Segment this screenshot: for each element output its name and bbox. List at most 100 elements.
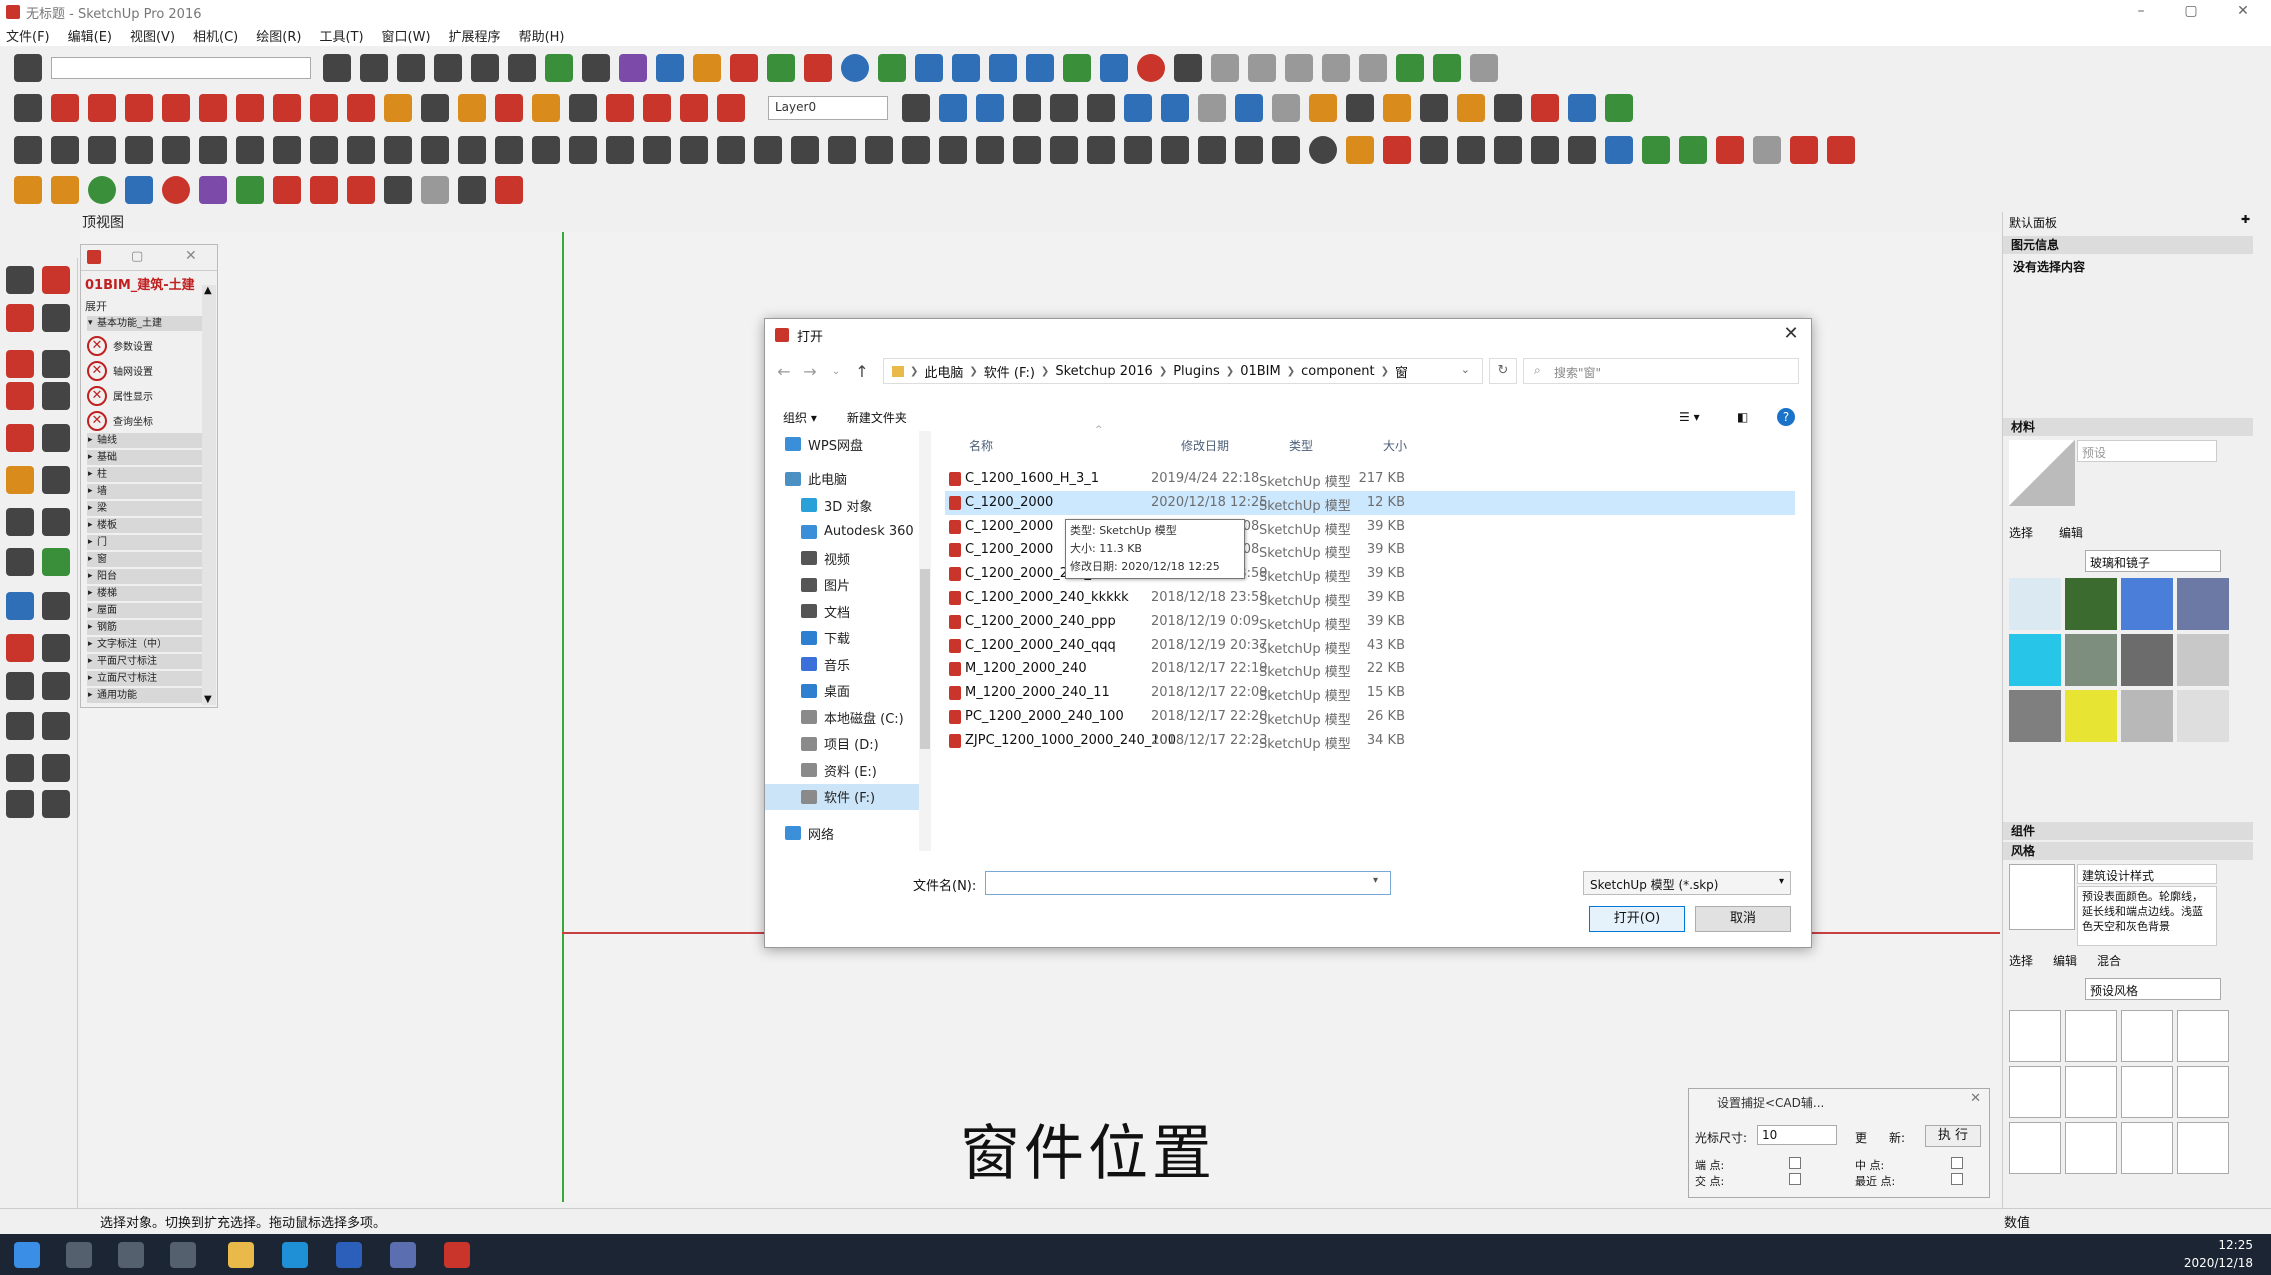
stop-gray-icon[interactable] bbox=[1272, 94, 1300, 122]
plugin-section-basic[interactable]: 基本功能_土建 bbox=[87, 316, 203, 331]
components-header[interactable]: 组件 bbox=[2003, 822, 2253, 840]
previous-icon[interactable] bbox=[1198, 94, 1226, 122]
tape-tool-icon[interactable] bbox=[42, 634, 70, 662]
file-row[interactable]: C_1200_2000_240_qqq 2018/12/19 20:37 Sketc… bbox=[945, 634, 1795, 658]
bim-bend-icon[interactable] bbox=[458, 136, 486, 164]
material-swatch[interactable] bbox=[2177, 578, 2229, 630]
shape-icon[interactable] bbox=[199, 176, 227, 204]
hidden-line-icon[interactable] bbox=[1050, 94, 1078, 122]
search-yellow-icon[interactable] bbox=[51, 176, 79, 204]
material-name-input[interactable]: 预设 bbox=[2077, 440, 2217, 462]
plugin-section[interactable]: 屋面 bbox=[87, 603, 203, 618]
file-row[interactable]: PC_1200_2000_240_100 2018/12/17 22:20 Sket… bbox=[945, 705, 1795, 729]
bim-plane-icon[interactable] bbox=[1568, 136, 1596, 164]
menu-edit[interactable]: 编辑(E) bbox=[68, 26, 112, 45]
plugin-item-coords[interactable]: ✕ 查询坐标 bbox=[81, 408, 217, 433]
text-tool-icon[interactable] bbox=[6, 712, 34, 740]
cancel-x-icon[interactable] bbox=[1470, 54, 1498, 82]
file-row[interactable]: C_1200_2000_240_ppp 2018/12/19 0:09 Sketch… bbox=[945, 610, 1795, 634]
material-swatch[interactable] bbox=[2121, 634, 2173, 686]
bim-house-icon[interactable] bbox=[88, 136, 116, 164]
plugin-expand[interactable]: 展开 bbox=[81, 296, 217, 316]
terrain-icon[interactable] bbox=[1100, 54, 1128, 82]
preview-pane-icon[interactable]: ◧ bbox=[1737, 410, 1748, 424]
style-name-input[interactable]: 建筑设计样式 bbox=[2077, 864, 2217, 884]
plane-icon[interactable] bbox=[989, 54, 1017, 82]
text-icon[interactable] bbox=[421, 94, 449, 122]
plugin-section[interactable]: 墙 bbox=[87, 484, 203, 499]
style-thumbnail[interactable] bbox=[2065, 1066, 2117, 1118]
organize-button[interactable]: 组织 ▾ bbox=[783, 409, 817, 426]
arc-icon[interactable] bbox=[125, 94, 153, 122]
view-right-icon[interactable] bbox=[434, 54, 462, 82]
filename-dropdown-icon[interactable]: ▾ bbox=[1373, 875, 1378, 886]
plugin-close-icon[interactable]: ✕ bbox=[185, 248, 197, 264]
file-row[interactable]: ZJPC_1200_1000_2000_240_100 2018/12/17 22… bbox=[945, 729, 1795, 753]
nav-item[interactable]: 桌面 bbox=[765, 678, 931, 705]
wireframe-icon[interactable] bbox=[1013, 94, 1041, 122]
style-edit-tab[interactable]: 编辑 bbox=[2053, 952, 2077, 969]
material-swatch[interactable] bbox=[2009, 634, 2061, 686]
bim-comb-icon[interactable] bbox=[1013, 136, 1041, 164]
refresh-icon[interactable]: ↻ bbox=[1489, 358, 1517, 384]
file-row[interactable]: C_1200_2000_240_kkkkk 2018/12/18 23:58 Ske… bbox=[945, 586, 1795, 610]
pan-tool-icon[interactable] bbox=[42, 754, 70, 782]
material-swatch[interactable] bbox=[2065, 690, 2117, 742]
close-icon[interactable]: ✕ bbox=[2223, 0, 2263, 24]
plugin-section[interactable]: 基础 bbox=[87, 450, 203, 465]
plugin-section[interactable]: 楼梯 bbox=[87, 586, 203, 601]
breadcrumb-item[interactable]: 01BIM bbox=[1240, 364, 1281, 379]
record-icon[interactable] bbox=[1137, 54, 1165, 82]
box-icon[interactable] bbox=[1383, 94, 1411, 122]
line-icon[interactable] bbox=[1026, 54, 1054, 82]
bim-curve-icon[interactable] bbox=[902, 136, 930, 164]
bim-mirror-icon[interactable] bbox=[1087, 136, 1115, 164]
bim-layers-icon[interactable] bbox=[680, 136, 708, 164]
scale-down-icon[interactable] bbox=[1433, 54, 1461, 82]
shadow-time-slider[interactable] bbox=[51, 57, 311, 79]
material-select-tab[interactable]: 选择 bbox=[2009, 524, 2033, 541]
new-folder-button[interactable]: 新建文件夹 bbox=[847, 409, 907, 426]
material-swatch[interactable] bbox=[2121, 690, 2173, 742]
figure-icon[interactable] bbox=[1568, 94, 1596, 122]
ui-icon[interactable] bbox=[1124, 94, 1152, 122]
style-thumbnail[interactable] bbox=[2009, 1010, 2061, 1062]
line-tool-icon[interactable] bbox=[6, 350, 34, 378]
bim-ellipse3-icon[interactable] bbox=[1531, 136, 1559, 164]
brick2-icon[interactable] bbox=[310, 176, 338, 204]
xray-icon[interactable] bbox=[939, 94, 967, 122]
brick-icon[interactable] bbox=[273, 176, 301, 204]
axes-tool-icon[interactable] bbox=[42, 712, 70, 740]
orbit-tool-icon[interactable] bbox=[6, 754, 34, 782]
column-date[interactable]: 修改日期 bbox=[1181, 437, 1229, 454]
task-view-icon[interactable] bbox=[170, 1242, 196, 1268]
snap-midpoint-checkbox[interactable] bbox=[1951, 1157, 1963, 1169]
component-icon[interactable] bbox=[1309, 94, 1337, 122]
back-arrow-icon[interactable]: ← bbox=[771, 362, 797, 381]
snap-intersection-checkbox[interactable] bbox=[1789, 1173, 1801, 1185]
forward-arrow-icon[interactable]: → bbox=[797, 362, 823, 381]
style-thumbnail[interactable] bbox=[2177, 1066, 2229, 1118]
arc3-tool-icon[interactable] bbox=[42, 508, 70, 536]
prev-icon[interactable] bbox=[1248, 54, 1276, 82]
bim-tag-icon[interactable] bbox=[1346, 136, 1374, 164]
rectangle-tool-icon[interactable] bbox=[6, 382, 34, 410]
pie-tool-icon[interactable] bbox=[42, 466, 70, 494]
shaded-icon[interactable] bbox=[1087, 94, 1115, 122]
tape-measure-icon[interactable] bbox=[384, 94, 412, 122]
nav-item[interactable]: 下载 bbox=[765, 625, 931, 652]
maximize-icon[interactable]: ▢ bbox=[2171, 0, 2211, 24]
push-pull-tool-icon[interactable] bbox=[6, 548, 34, 576]
material-edit-tab[interactable]: 编辑 bbox=[2059, 524, 2083, 541]
style-thumbnail[interactable] bbox=[2009, 1122, 2061, 1174]
bim-chain-icon[interactable] bbox=[865, 136, 893, 164]
bim-building-icon[interactable] bbox=[14, 136, 42, 164]
follow-me-tool-icon[interactable] bbox=[42, 548, 70, 576]
tray-pin-icon[interactable]: ✚ bbox=[2241, 213, 2250, 226]
menu-tools[interactable]: 工具(T) bbox=[319, 26, 363, 45]
move-tool-icon[interactable] bbox=[6, 592, 34, 620]
plugin-section[interactable]: 阳台 bbox=[87, 569, 203, 584]
windows-start-icon[interactable] bbox=[14, 1242, 40, 1268]
open-button[interactable]: 打开(O) bbox=[1589, 906, 1685, 932]
bim-pour-icon[interactable] bbox=[791, 136, 819, 164]
